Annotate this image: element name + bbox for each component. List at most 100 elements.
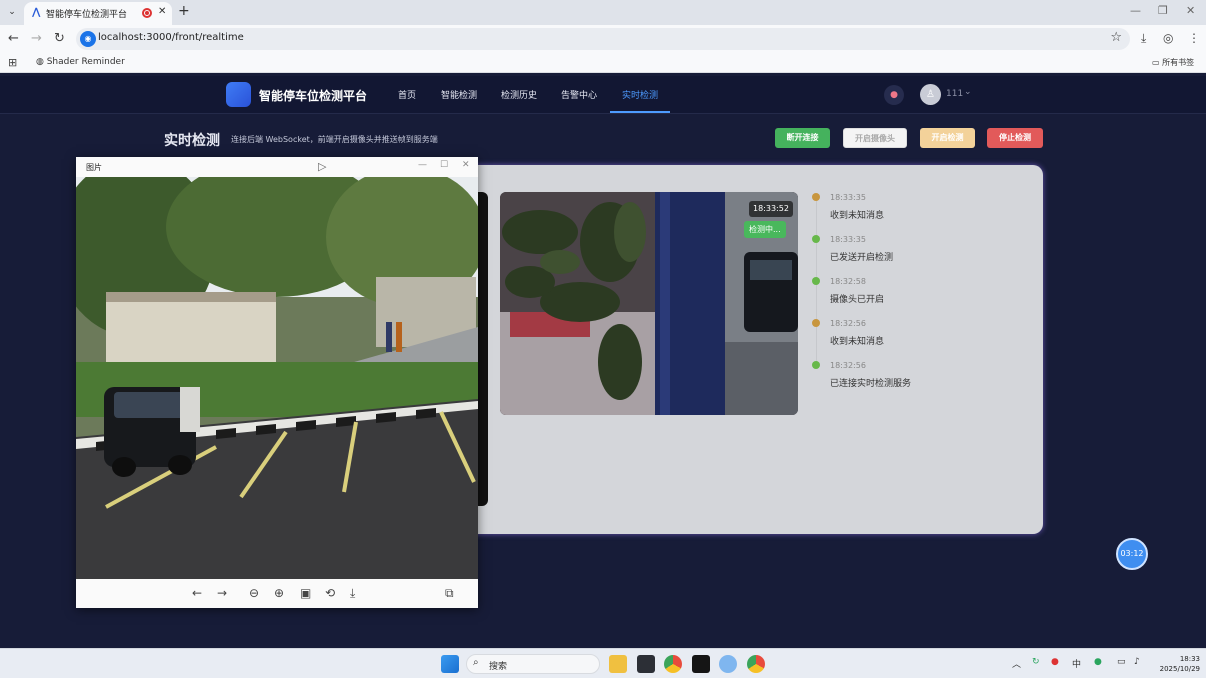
reload-icon[interactable]: ↻ bbox=[54, 31, 65, 47]
viewer-title: 图片 bbox=[86, 163, 102, 172]
zoom-in-icon[interactable]: ⊕ bbox=[274, 586, 284, 600]
viewer-close-icon[interactable]: ✕ bbox=[462, 160, 470, 170]
bookmark-star-icon[interactable]: ☆ bbox=[1110, 30, 1122, 45]
nav-realtime[interactable]: 实时检测 bbox=[622, 88, 658, 101]
search-icon: ⌕ bbox=[473, 657, 479, 668]
viewer-titlebar[interactable]: 图片 — ☐ ✕ bbox=[76, 157, 478, 177]
download-image-icon[interactable]: ⤓ bbox=[350, 586, 355, 600]
bookmark-shader-reminder[interactable]: ◍ Shader Reminder bbox=[36, 57, 125, 67]
fit-screen-icon[interactable]: ▣ bbox=[300, 586, 311, 600]
windows-taskbar: ⌕ 搜索 ︿ ↻ ● 中 ● ▭ ♪ 18:33 2025/10/29 bbox=[0, 648, 1206, 678]
chrome-window-icon[interactable] bbox=[747, 655, 765, 673]
clock-date: 2025/10/29 bbox=[1159, 665, 1200, 673]
start-menu-icon[interactable] bbox=[441, 655, 459, 673]
user-name[interactable]: 111 bbox=[946, 89, 963, 99]
nav-alerts[interactable]: 告警中心 bbox=[561, 88, 597, 101]
timeline-message: 已连接实时检测服务 bbox=[830, 379, 912, 389]
network-icon[interactable]: ▭ bbox=[1117, 657, 1126, 667]
timeline-message: 收到未知消息 bbox=[830, 211, 885, 221]
minimize-icon[interactable]: — bbox=[1130, 4, 1141, 17]
nav-smart-detect[interactable]: 智能检测 bbox=[441, 88, 477, 101]
image-viewer-window: 图片 — ☐ ✕ ← → ⊖ ⊕ ▣ ⟲ ⤓ ⧉ bbox=[76, 157, 478, 608]
timeline-message: 摄像头已开启 bbox=[830, 295, 885, 305]
open-camera-button[interactable]: 开启摄像头 bbox=[843, 128, 907, 148]
close-window-icon[interactable]: ✕ bbox=[1186, 4, 1195, 17]
timeline-message: 收到未知消息 bbox=[830, 337, 885, 347]
chevron-down-icon[interactable]: ⌄ bbox=[964, 87, 972, 97]
address-bar[interactable]: ◉ localhost:3000/front/realtime ☆ bbox=[76, 28, 1130, 50]
apps-grid-icon[interactable]: ⊞ bbox=[8, 56, 17, 69]
restore-icon[interactable]: ❐ bbox=[1158, 4, 1168, 17]
floating-timer[interactable]: 03:12 bbox=[1116, 538, 1148, 570]
mouse-cursor-icon: ▷ bbox=[318, 160, 327, 173]
next-icon[interactable]: → bbox=[217, 586, 227, 600]
video-timestamp: 18:33:52 bbox=[749, 201, 793, 217]
chrome-icon[interactable] bbox=[664, 655, 682, 673]
taskbar-search[interactable]: ⌕ 搜索 bbox=[466, 654, 600, 674]
menu-icon[interactable]: ⋮ bbox=[1188, 31, 1200, 45]
chat-app-icon[interactable] bbox=[719, 655, 737, 673]
nav-home[interactable]: 首页 bbox=[398, 88, 416, 101]
new-tab-icon[interactable]: + bbox=[178, 3, 190, 19]
timeline-time: 18:33:35 bbox=[830, 235, 866, 244]
site-info-icon[interactable]: ◉ bbox=[80, 31, 96, 47]
pin-window-icon[interactable]: ⧉ bbox=[445, 586, 454, 600]
tab-search-icon[interactable]: ⌄ bbox=[4, 4, 20, 20]
timeline-dot bbox=[812, 235, 820, 243]
browser-tabbar: ⌄ ⋀ 智能停车位检测平台 ✕ + — ❐ ✕ bbox=[0, 0, 1206, 25]
ime-indicator[interactable]: 中 bbox=[1072, 657, 1081, 670]
tab-favicon-icon: ⋀ bbox=[32, 7, 41, 18]
timeline-dot bbox=[812, 193, 820, 201]
user-avatar[interactable]: ♙ bbox=[920, 84, 941, 105]
all-bookmarks-label: 所有书签 bbox=[1162, 58, 1195, 67]
timeline-dot bbox=[812, 319, 820, 327]
zoom-out-icon[interactable]: ⊖ bbox=[249, 586, 259, 600]
nav-history[interactable]: 检测历史 bbox=[501, 88, 537, 101]
timeline-message: 已发送开启检测 bbox=[830, 253, 894, 263]
bookmark-label: Shader Reminder bbox=[46, 57, 125, 67]
browser-tab[interactable]: ⋀ 智能停车位检测平台 ✕ bbox=[24, 2, 172, 25]
timeline-time: 18:32:56 bbox=[830, 361, 866, 370]
app-header: 智能停车位检测平台 首页 智能检测 检测历史 告警中心 实时检测 ● ♙ 111… bbox=[0, 76, 1206, 114]
brand-name: 智能停车位检测平台 bbox=[259, 89, 368, 103]
back-icon[interactable]: ← bbox=[8, 31, 19, 47]
previous-icon[interactable]: ← bbox=[192, 586, 202, 600]
browser-toolbar: ← → ↻ ◉ localhost:3000/front/realtime ☆ … bbox=[0, 25, 1206, 53]
tray-security-icon[interactable]: ● bbox=[1051, 657, 1059, 667]
parking-lot-photo bbox=[76, 177, 478, 579]
tray-sync-icon[interactable]: ↻ bbox=[1032, 657, 1040, 667]
file-explorer-icon[interactable] bbox=[609, 655, 627, 673]
page-subtitle: 连接后端 WebSocket，前端开启摄像头并推送帧到服务端 bbox=[231, 135, 438, 144]
all-bookmarks[interactable]: ▭ 所有书签 bbox=[1152, 57, 1194, 68]
viewer-minimize-icon[interactable]: — bbox=[418, 160, 427, 170]
volume-icon[interactable]: ♪ bbox=[1134, 657, 1140, 667]
search-placeholder: 搜索 bbox=[489, 662, 508, 672]
clock-time: 18:33 bbox=[1179, 655, 1200, 663]
palette-icon[interactable]: ● bbox=[884, 85, 904, 105]
url-text: localhost:3000/front/realtime bbox=[98, 32, 244, 43]
rotate-icon[interactable]: ⟲ bbox=[325, 586, 335, 600]
forward-icon[interactable]: → bbox=[31, 31, 42, 47]
capcut-icon[interactable] bbox=[692, 655, 710, 673]
terminal-icon[interactable] bbox=[637, 655, 655, 673]
timeline-time: 18:33:35 bbox=[830, 193, 866, 202]
download-icon[interactable]: ⤓ bbox=[1141, 31, 1146, 46]
tab-close-icon[interactable]: ✕ bbox=[158, 6, 166, 17]
tray-expand-icon[interactable]: ︿ bbox=[1012, 657, 1021, 670]
stop-detect-button[interactable]: 停止检测 bbox=[987, 128, 1043, 148]
start-detect-button[interactable]: 开启检测 bbox=[920, 128, 975, 148]
page-title: 实时检测 bbox=[164, 133, 220, 149]
nav-active-indicator bbox=[610, 111, 670, 113]
taskbar-clock[interactable]: 18:33 2025/10/29 bbox=[1154, 654, 1200, 674]
timeline-dot bbox=[812, 361, 820, 369]
profile-icon[interactable]: ◎ bbox=[1163, 31, 1173, 45]
viewer-toolbar: ← → ⊖ ⊕ ▣ ⟲ ⤓ ⧉ bbox=[76, 579, 478, 608]
viewer-maximize-icon[interactable]: ☐ bbox=[440, 160, 448, 170]
timeline-dot bbox=[812, 277, 820, 285]
disconnect-button[interactable]: 断开连接 bbox=[775, 128, 830, 148]
tab-title: 智能停车位检测平台 bbox=[46, 10, 128, 20]
tray-wechat-icon[interactable]: ● bbox=[1094, 657, 1102, 667]
bookmark-bar: ⊞ ◍ Shader Reminder ▭ 所有书签 bbox=[0, 53, 1206, 73]
brand-logo bbox=[226, 82, 251, 107]
timeline-time: 18:32:56 bbox=[830, 319, 866, 328]
